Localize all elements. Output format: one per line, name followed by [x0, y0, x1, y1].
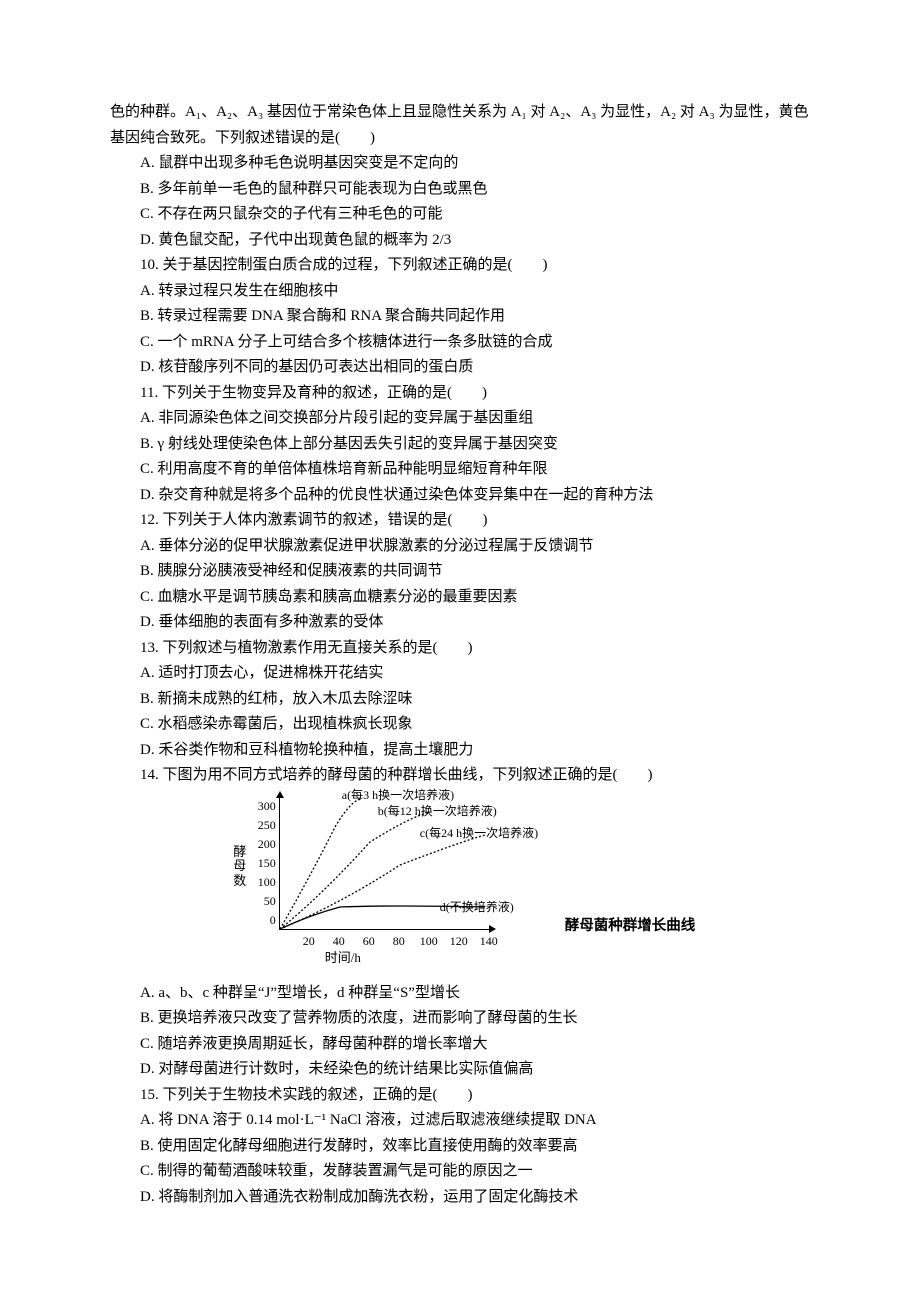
- q14-option-c: C. 随培养液更换周期延长，酵母菌种群的增长率增大: [110, 1032, 820, 1058]
- q10-option-c: C. 一个 mRNA 分子上可结合多个核糖体进行一条多肽链的合成: [110, 330, 820, 356]
- q12-option-c: C. 血糖水平是调节胰岛素和胰高血糖素分泌的最重要因素: [110, 585, 820, 611]
- q14-option-a: A. a、b、c 种群呈“J”型增长，d 种群呈“S”型增长: [110, 981, 820, 1007]
- q15-option-d: D. 将酶制剂加入普通洗衣粉制成加酶洗衣粉，运用了固定化酶技术: [110, 1185, 820, 1211]
- q13-option-b: B. 新摘未成熟的红柿，放入木瓜去除涩味: [110, 687, 820, 713]
- q9-option-d: D. 黄色鼠交配，子代中出现黄色鼠的概率为 2/3: [110, 228, 820, 254]
- figure-caption: 酵母菌种群增长曲线: [565, 914, 696, 967]
- q9-option-b: B. 多年前单一毛色的鼠种群只可能表现为白色或黑色: [110, 177, 820, 203]
- q15-option-c: C. 制得的葡萄酒酸味较重，发酵装置漏气是可能的原因之一: [110, 1159, 820, 1185]
- q14-figure: 酵 母 数 300 250 200 150 100 50 0 a(每3 h换一次…: [110, 797, 820, 967]
- q11-option-b: B. γ 射线处理使染色体上部分基因丢失引起的变异属于基因突变: [110, 432, 820, 458]
- q15-stem: 15. 下列关于生物技术实践的叙述，正确的是( ): [110, 1083, 820, 1109]
- q11-stem: 11. 下列关于生物变异及育种的叙述，正确的是( ): [110, 381, 820, 407]
- plot-area: a(每3 h换一次培养液) b(每12 h换一次培养液) c(每24 h换一次培…: [279, 797, 490, 930]
- q9-option-c: C. 不存在两只鼠杂交的子代有三种毛色的可能: [110, 202, 820, 228]
- q10-option-d: D. 核苷酸序列不同的基因仍可表达出相同的蛋白质: [110, 355, 820, 381]
- curve-b: [280, 812, 430, 929]
- yeast-chart: 酵 母 数 300 250 200 150 100 50 0 a(每3 h换一次…: [235, 797, 525, 967]
- q12-stem: 12. 下列关于人体内激素调节的叙述，错误的是( ): [110, 508, 820, 534]
- q12-option-a: A. 垂体分泌的促甲状腺激素促进甲状腺激素的分泌过程属于反馈调节: [110, 534, 820, 560]
- q13-option-c: C. 水稻感染赤霉菌后，出现植株疯长现象: [110, 712, 820, 738]
- q14-option-d: D. 对酵母菌进行计数时，未经染色的统计结果比实际值偏高: [110, 1057, 820, 1083]
- q12-option-b: B. 胰腺分泌胰液受神经和促胰液素的共同调节: [110, 559, 820, 585]
- q10-option-a: A. 转录过程只发生在细胞核中: [110, 279, 820, 305]
- q11-option-a: A. 非同源染色体之间交换部分片段引起的变异属于基因重组: [110, 406, 820, 432]
- q9-intro: 色的种群。A₁、A₂、A₃ 基因位于常染色体上且显隐性关系为 A₁ 对 A₂、A…: [110, 100, 820, 151]
- q14-option-b: B. 更换培养液只改变了营养物质的浓度，进而影响了酵母菌的生长: [110, 1006, 820, 1032]
- label-c: c(每24 h换一次培养液): [420, 823, 538, 843]
- label-d: d(不换培养液): [440, 897, 514, 917]
- label-b: b(每12 h换一次培养液): [378, 801, 497, 821]
- curve-a: [280, 799, 360, 929]
- q13-option-d: D. 禾谷类作物和豆科植物轮换种植，提高土壤肥力: [110, 738, 820, 764]
- x-axis-label: 时间/h: [325, 947, 361, 969]
- q14-stem: 14. 下图为用不同方式培养的酵母菌的种群增长曲线，下列叙述正确的是( ): [110, 763, 820, 789]
- q13-option-a: A. 适时打顶去心，促进棉株开花结实: [110, 661, 820, 687]
- q9-option-a: A. 鼠群中出现多种毛色说明基因突变是不定向的: [110, 151, 820, 177]
- q10-stem: 10. 关于基因控制蛋白质合成的过程，下列叙述正确的是( ): [110, 253, 820, 279]
- q15-option-b: B. 使用固定化酵母细胞进行发酵时，效率比直接使用酶的效率要高: [110, 1134, 820, 1160]
- y-axis-label: 酵 母 数: [233, 845, 247, 890]
- q13-stem: 13. 下列叙述与植物激素作用无直接关系的是( ): [110, 636, 820, 662]
- q10-option-b: B. 转录过程需要 DNA 聚合酶和 RNA 聚合酶共同起作用: [110, 304, 820, 330]
- q12-option-d: D. 垂体细胞的表面有多种激素的受体: [110, 610, 820, 636]
- q11-option-d: D. 杂交育种就是将多个品种的优良性状通过染色体变异集中在一起的育种方法: [110, 483, 820, 509]
- y-ticks: 300 250 200 150 100 50 0: [248, 797, 276, 930]
- q11-option-c: C. 利用高度不育的单倍体植株培育新品种能明显缩短育种年限: [110, 457, 820, 483]
- q15-option-a: A. 将 DNA 溶于 0.14 mol·L⁻¹ NaCl 溶液，过滤后取滤液继…: [110, 1108, 820, 1134]
